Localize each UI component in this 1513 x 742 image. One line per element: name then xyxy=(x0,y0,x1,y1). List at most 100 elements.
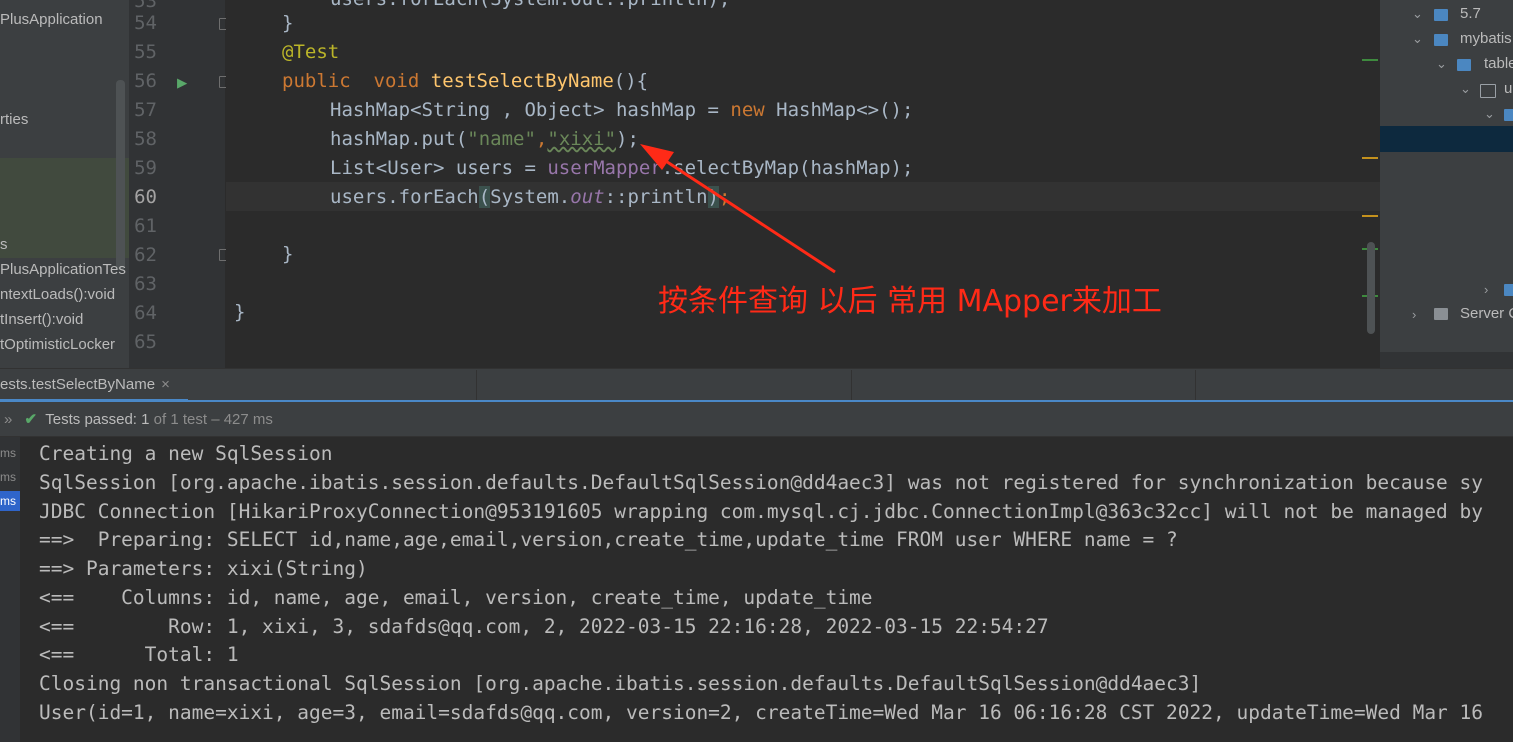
console-line: SqlSession [org.apache.ibatis.session.de… xyxy=(39,471,1484,494)
project-tree-selection xyxy=(0,158,129,258)
line-number: 55 xyxy=(134,41,157,63)
table-icon xyxy=(1480,84,1496,98)
console-output[interactable]: Creating a new SqlSession SqlSession [or… xyxy=(21,437,1513,742)
code-token: , xyxy=(535,128,548,150)
tree-item[interactable]: PlusApplicationTes xyxy=(0,258,126,282)
db-panel-footer xyxy=(1380,352,1513,368)
timing-label[interactable]: ms xyxy=(0,491,20,511)
line-number: 59 xyxy=(134,157,157,179)
annotation-arrow xyxy=(640,144,836,274)
active-tab-indicator xyxy=(0,399,188,402)
code-line-55: @Test xyxy=(282,41,340,63)
line-number: 64 xyxy=(134,302,157,324)
change-marker xyxy=(1362,59,1378,61)
code-line-58: hashMap.put("name","xixi"); xyxy=(330,125,639,154)
db-tree-selection xyxy=(1380,126,1513,152)
project-tree-panel: PlusApplication rties s PlusApplicationT… xyxy=(0,0,129,368)
tree-item[interactable]: PlusApplication xyxy=(0,8,103,32)
console-line: <== Total: 1 xyxy=(39,643,239,666)
editor-scrollbar[interactable] xyxy=(1367,242,1375,334)
folder-icon xyxy=(1457,59,1471,71)
chevron-right-icon[interactable]: › xyxy=(1484,282,1488,297)
console-line: User(id=1, name=xixi, age=3, email=sdafd… xyxy=(39,701,1484,724)
tab-separator xyxy=(851,370,852,400)
test-status-bar: » ✔ Tests passed: 1 of 1 test – 427 ms xyxy=(0,403,1513,437)
project-tree-scrollbar[interactable] xyxy=(116,80,125,270)
line-number: 65 xyxy=(134,331,157,353)
schema-icon xyxy=(1434,34,1448,46)
db-item-version[interactable]: 5.7 xyxy=(1460,5,1481,22)
line-number: 63 xyxy=(134,273,157,295)
tests-passed-count: 1 xyxy=(141,411,150,428)
code-line-54: } xyxy=(282,12,294,34)
console-line: JDBC Connection [HikariProxyConnection@9… xyxy=(39,500,1484,523)
db-item-schema[interactable]: mybatis xyxy=(1460,30,1512,47)
timing-label[interactable]: ms xyxy=(0,467,20,487)
string-literal: "name" xyxy=(467,128,536,150)
chevron-down-icon[interactable]: ⌄ xyxy=(1484,106,1495,122)
tree-item[interactable]: tInsert():void xyxy=(0,308,83,332)
code-token: hashMap.put( xyxy=(330,128,468,150)
tab-separator xyxy=(1195,370,1196,400)
tests-passed-label: Tests passed: xyxy=(45,411,137,428)
code-line-57: HashMap<String , Object> hashMap = new H… xyxy=(330,96,913,125)
server-icon xyxy=(1434,308,1448,320)
test-timing-column: ms ms ms xyxy=(0,437,20,742)
tests-summary: of 1 test – 427 ms xyxy=(153,411,273,428)
line-number: 54 xyxy=(134,12,157,34)
console-line: ==> Preparing: SELECT id,name,age,email,… xyxy=(39,528,1178,551)
code-line-62: } xyxy=(282,243,294,265)
line-number: 62 xyxy=(134,244,157,266)
folder-icon xyxy=(1504,284,1513,296)
expand-icon[interactable]: » xyxy=(4,411,12,428)
code-line-56: public void testSelectByName(){ xyxy=(282,67,648,96)
code-token: users.forEach xyxy=(330,186,479,208)
tree-item[interactable]: ntextLoads():void xyxy=(0,283,115,307)
check-icon: ✔ xyxy=(24,411,38,428)
chevron-down-icon[interactable]: ⌄ xyxy=(1412,6,1423,22)
bracket-match: ( xyxy=(478,186,491,208)
line-number: 53 xyxy=(134,0,157,12)
console-line: Closing non transactional SqlSession [or… xyxy=(39,672,1202,695)
run-test-icon[interactable]: ▶ xyxy=(177,73,187,93)
database-icon xyxy=(1434,9,1448,21)
close-icon[interactable]: × xyxy=(161,376,170,393)
chevron-down-icon[interactable]: ⌄ xyxy=(1412,31,1423,47)
db-item-table[interactable]: u xyxy=(1504,80,1512,97)
code-line-53: users.forEach(System.out::println); xyxy=(330,0,730,14)
tree-item[interactable]: s xyxy=(0,233,8,257)
tree-item[interactable]: rties xyxy=(0,108,28,132)
method-name: testSelectByName xyxy=(430,70,614,92)
chevron-down-icon[interactable]: ⌄ xyxy=(1460,81,1471,97)
code-line-64: } xyxy=(234,301,246,323)
line-number: 61 xyxy=(134,215,157,237)
console-line: <== Columns: id, name, age, email, versi… xyxy=(39,586,873,609)
status-accent-line xyxy=(0,400,1513,402)
tab-separator xyxy=(476,370,477,400)
keyword-new: new xyxy=(730,99,765,121)
code-token: HashMap<String , Object> hashMap = xyxy=(330,99,731,121)
db-item-tables[interactable]: table xyxy=(1484,55,1513,72)
warning-marker xyxy=(1362,215,1378,217)
chevron-down-icon[interactable]: ⌄ xyxy=(1436,56,1447,72)
db-item-server[interactable]: Server C xyxy=(1460,305,1513,322)
keyword-public: public xyxy=(282,70,351,92)
code-token: (){ xyxy=(613,70,649,92)
run-tab[interactable]: ests.testSelectByName × xyxy=(0,368,190,400)
line-number: 57 xyxy=(134,99,157,121)
code-token: HashMap<>(); xyxy=(764,99,914,121)
timing-label[interactable]: ms xyxy=(0,443,20,463)
chevron-right-icon[interactable]: › xyxy=(1412,307,1416,322)
run-tab-label: ests.testSelectByName xyxy=(0,376,156,393)
console-line: <== Row: 1, xixi, 3, sdafds@qq.com, 2, 2… xyxy=(39,615,1049,638)
console-line: ==> Parameters: xixi(String) xyxy=(39,557,368,580)
warning-marker xyxy=(1362,157,1378,159)
run-tab-bar xyxy=(0,368,1513,403)
line-number: 56 xyxy=(134,70,157,92)
folder-icon xyxy=(1504,109,1513,121)
database-panel: ⌄ 5.7 ⌄ mybatis ⌄ table ⌄ u ⌄ › › Server… xyxy=(1380,0,1513,368)
code-token: List<User> users = xyxy=(330,157,548,179)
console-line: Creating a new SqlSession xyxy=(39,442,333,465)
tree-item[interactable]: tOptimisticLocker xyxy=(0,333,115,357)
line-number: 58 xyxy=(134,128,157,150)
